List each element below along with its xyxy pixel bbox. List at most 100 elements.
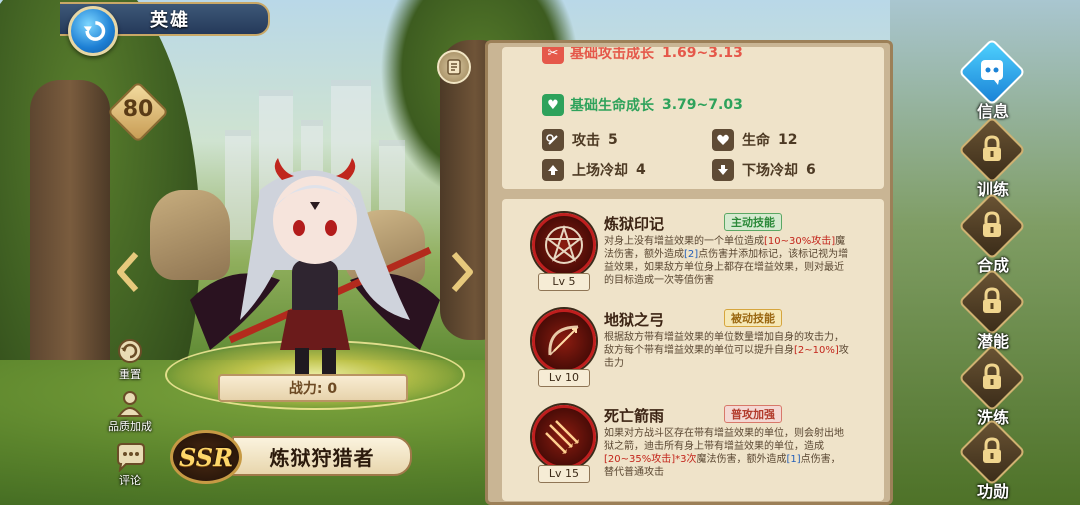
heart-icon (712, 129, 734, 151)
skill-highlight-text: [10~30%攻击] (764, 236, 836, 247)
reset-button[interactable]: 重置 (102, 334, 158, 382)
heart-growth-icon: ♥ (542, 94, 564, 116)
skill-item: Lv 10 地狱之弓 被动技能 根据敌方带有增益效果的单位数量增加自身的攻击力，… (502, 303, 884, 397)
hero-face (273, 176, 357, 264)
hero-skirt (280, 310, 350, 350)
nav-training[interactable]: 训练 (956, 116, 1030, 202)
nav-info[interactable]: 信息 (956, 38, 1030, 124)
pentagram-skill-icon[interactable] (532, 213, 596, 277)
back-arrow-icon (83, 21, 106, 41)
hero-horn (336, 158, 356, 180)
skill-highlight-text: [20~35%攻击]*3次 (604, 454, 697, 465)
skill-highlight-text: [2~10%] (794, 345, 839, 356)
level-badge: 80 (106, 80, 170, 144)
comment-label: 评论 (119, 474, 141, 487)
skill-name: 死亡箭雨 (604, 407, 665, 425)
nav-synthesis[interactable]: 合成 (956, 192, 1030, 278)
skill-type-badge: 被动技能 (724, 309, 782, 327)
attack-growth-row: ✂ 基础攻击成长 1.69~3.13 (542, 47, 743, 65)
lock-icon (983, 135, 1001, 161)
enter-cooldown-label: 上场冷却 (572, 163, 628, 179)
hero-character[interactable] (170, 150, 460, 390)
hp-growth-value: 3.79~7.03 (662, 97, 743, 113)
attack-growth-label: 基础攻击成长 (570, 47, 654, 62)
hero-info-panel: ✂ 基础攻击成长 1.69~3.13 ♥ 基础生命成长 3.79~7.03 攻击… (485, 40, 893, 505)
hero-horn (274, 158, 294, 180)
hp-growth-label: 基础生命成长 (570, 98, 654, 114)
attack-value: 5 (608, 132, 618, 148)
attack-growth-value: 1.69~3.13 (662, 47, 743, 61)
reset-icon (113, 334, 147, 368)
prev-hero-arrow[interactable] (114, 250, 142, 294)
reset-label: 重置 (119, 368, 141, 381)
arrow-down-icon (712, 159, 734, 181)
hp-growth-row: ♥ 基础生命成长 3.79~7.03 (542, 93, 743, 117)
skill-text: 魔法伤害，额外造成 (696, 454, 787, 465)
bow-skill-icon[interactable] (532, 309, 596, 373)
skill-name: 炼狱印记 (604, 215, 665, 233)
page-title: 英雄 (150, 10, 190, 31)
hero-eye (325, 220, 337, 236)
attack-label: 攻击 (572, 133, 600, 149)
nav-refine[interactable]: 洗练 (956, 344, 1030, 430)
rarity-badge: SSR (170, 430, 242, 484)
panel-scroll-area[interactable]: ✂ 基础攻击成长 1.69~3.13 ♥ 基础生命成长 3.79~7.03 攻击… (494, 47, 884, 501)
attack-stat: 攻击 5 (542, 129, 618, 151)
quality-icon (113, 386, 147, 420)
right-nav: 信息 训练 合成 潜能 洗练 功勋 (948, 0, 1080, 505)
attack-growth-icon: ✂ (542, 47, 564, 64)
lock-icon (983, 363, 1001, 389)
skill-name: 地狱之弓 (604, 311, 665, 329)
nav-label: 功勋 (976, 482, 1009, 501)
skill-highlight-text: [1] (786, 454, 801, 465)
quality-label: 品质加成 (108, 420, 152, 433)
arrow-rain-skill-icon[interactable] (532, 405, 596, 469)
power-label: 战力: 0 (288, 381, 338, 397)
back-button[interactable] (68, 6, 118, 56)
skills-section: Lv 5 炼狱印记 主动技能 对身上没有增益效果的一个单位造成[10~30%攻击… (502, 199, 884, 501)
comment-button[interactable]: 评论 (102, 440, 158, 488)
arrow-up-icon (542, 159, 564, 181)
story-scroll-button[interactable] (437, 50, 471, 84)
hp-value: 12 (778, 132, 798, 148)
comment-icon (113, 440, 147, 474)
quality-bonus-button[interactable]: 品质加成 (102, 386, 158, 434)
nav-potential[interactable]: 潜能 (956, 268, 1030, 354)
exit-cooldown-label: 下场冷却 (742, 163, 798, 179)
skill-description: 如果对方战斗区存在带有增益效果的单位，则会射出地狱之箭，迪击所有身上带有增益效果… (604, 427, 850, 479)
enter-cooldown-stat: 上场冷却 4 (542, 159, 646, 181)
lock-icon (983, 437, 1001, 463)
hp-stat: 生命 12 (712, 129, 797, 151)
scroll-icon (447, 59, 461, 75)
hp-label: 生命 (742, 133, 770, 149)
title-bar: 英雄 (0, 0, 300, 42)
skill-type-badge: 普攻加强 (724, 405, 782, 423)
exit-cooldown-value: 6 (806, 162, 816, 178)
next-hero-arrow[interactable] (448, 250, 476, 294)
skill-description: 根据敌方带有增益效果的单位数量增加自身的攻击力，敌方每个带有增益效果的单位可以提… (604, 331, 850, 370)
skill-description: 对身上没有增益效果的一个单位造成[10~30%攻击]魔法伤害，额外造成[2]点伤… (604, 235, 850, 287)
lock-icon (983, 287, 1001, 313)
skill-text: 对身上没有增益效果的一个单位造成 (604, 236, 764, 247)
power-plate: 战力: 0 (218, 374, 408, 402)
skill-item: Lv 15 死亡箭雨 普攻加强 如果对方战斗区存在带有增益效果的单位，则会射出地… (502, 399, 884, 493)
exit-cooldown-stat: 下场冷却 6 (712, 159, 816, 181)
sword-icon (542, 129, 564, 151)
hero-eye (293, 220, 305, 236)
level-value: 80 (122, 97, 154, 122)
skill-item: Lv 5 炼狱印记 主动技能 对身上没有增益效果的一个单位造成[10~30%攻击… (502, 207, 884, 301)
stats-section: ✂ 基础攻击成长 1.69~3.13 ♥ 基础生命成长 3.79~7.03 攻击… (502, 47, 884, 189)
rarity-text: SSR (178, 442, 234, 472)
info-icon (981, 60, 1003, 85)
nav-merit[interactable]: 功勋 (956, 418, 1030, 504)
skill-type-badge: 主动技能 (724, 213, 782, 231)
skill-level: Lv 15 (538, 465, 590, 483)
skill-highlight-text: [2] (684, 249, 699, 260)
enter-cooldown-value: 4 (636, 162, 646, 178)
hero-name: 炼狱狩猎者 (269, 445, 375, 470)
skill-level: Lv 5 (538, 273, 590, 291)
skill-level: Lv 10 (538, 369, 590, 387)
hero-name-plate: 炼狱狩猎者 (232, 436, 412, 476)
lock-icon (983, 211, 1001, 237)
skill-text: 如果对方战斗区存在带有增益效果的单位，则会射出地狱之箭，迪击所有身上带有增益效果… (604, 428, 844, 452)
